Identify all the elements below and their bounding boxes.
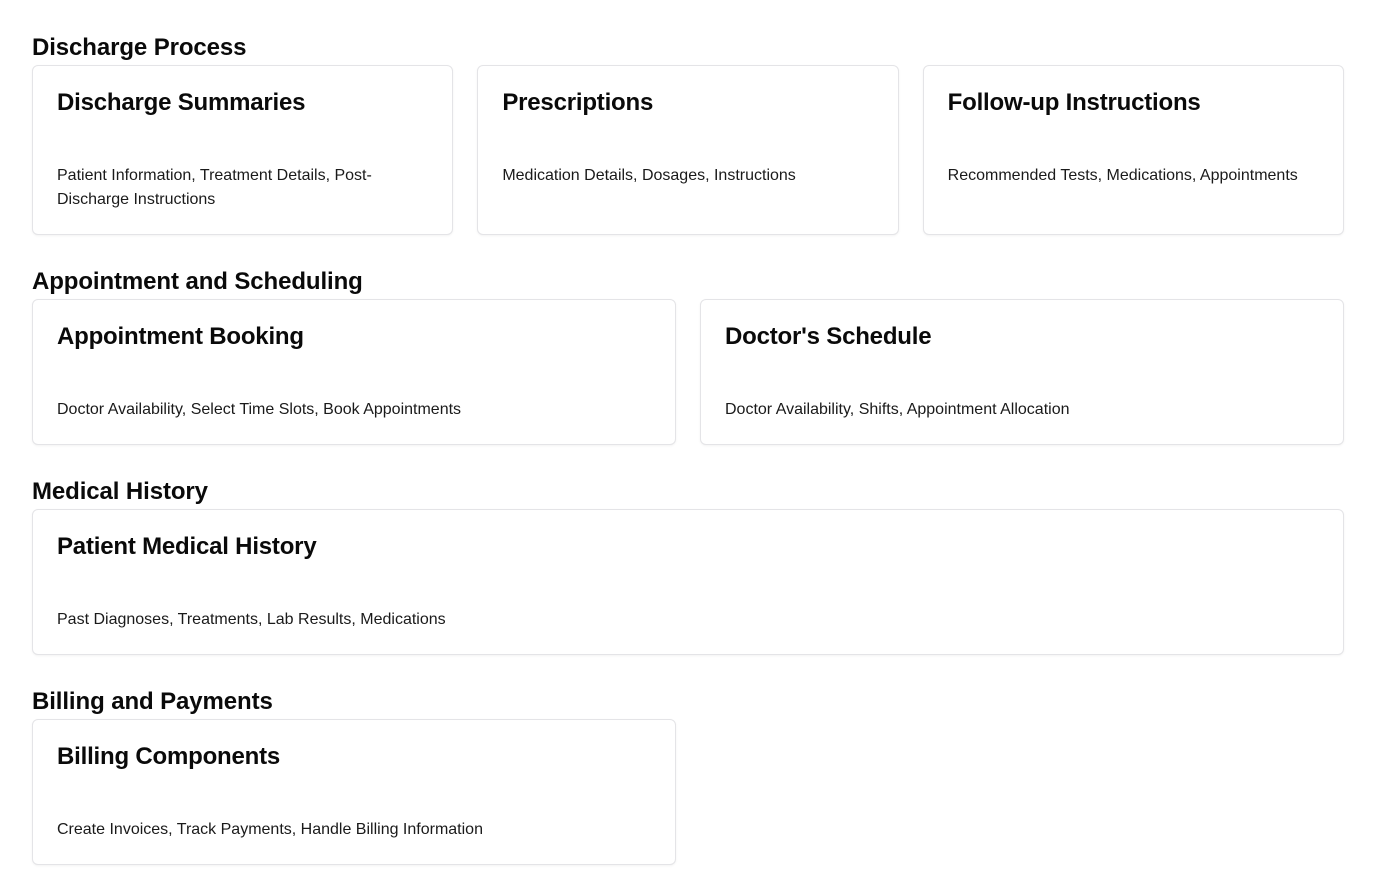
card-description: Create Invoices, Track Payments, Handle … bbox=[57, 821, 483, 838]
card-title: Follow-up Instructions bbox=[947, 89, 1201, 116]
card-description: Doctor Availability, Select Time Slots, … bbox=[57, 401, 462, 418]
card-grid: Appointment Booking Doctor Availability,… bbox=[32, 299, 1344, 445]
card-title: Billing Components bbox=[57, 743, 281, 770]
section-title: Appointment and Scheduling bbox=[32, 268, 363, 295]
card-appointment-booking[interactable]: Appointment Booking Doctor Availability,… bbox=[32, 299, 676, 445]
card-title: Patient Medical History bbox=[57, 533, 317, 560]
card-discharge-summaries[interactable]: Discharge Summaries Patient Information,… bbox=[32, 65, 454, 235]
card-title: Doctor's Schedule bbox=[725, 323, 932, 350]
card-title: Discharge Summaries bbox=[57, 89, 306, 116]
card-description: Patient Information, Treatment Details, … bbox=[57, 167, 372, 208]
section-appointment-scheduling: Appointment and Scheduling Appointment B… bbox=[32, 267, 1344, 445]
card-description: Doctor Availability, Shifts, Appointment… bbox=[725, 401, 1070, 418]
section-billing-payments: Billing and Payments Billing Components … bbox=[32, 687, 1344, 865]
section-title: Discharge Process bbox=[32, 34, 247, 61]
section-title: Medical History bbox=[32, 478, 208, 505]
section-discharge-process: Discharge Process Discharge Summaries Pa… bbox=[32, 33, 1344, 235]
dashboard-page: Discharge Process Discharge Summaries Pa… bbox=[0, 0, 1376, 896]
card-title: Appointment Booking bbox=[57, 323, 304, 350]
card-description: Medication Details, Dosages, Instruction… bbox=[502, 167, 796, 184]
card-description: Recommended Tests, Medications, Appointm… bbox=[947, 167, 1298, 184]
card-follow-up-instructions[interactable]: Follow-up Instructions Recommended Tests… bbox=[922, 65, 1344, 235]
card-billing-components[interactable]: Billing Components Create Invoices, Trac… bbox=[32, 719, 676, 865]
card-patient-medical-history[interactable]: Patient Medical History Past Diagnoses, … bbox=[32, 509, 1344, 655]
section-medical-history: Medical History Patient Medical History … bbox=[32, 477, 1344, 655]
card-grid: Patient Medical History Past Diagnoses, … bbox=[32, 509, 1344, 655]
card-title: Prescriptions bbox=[502, 89, 654, 116]
card-description: Past Diagnoses, Treatments, Lab Results,… bbox=[57, 611, 446, 628]
card-prescriptions[interactable]: Prescriptions Medication Details, Dosage… bbox=[477, 65, 899, 235]
card-grid: Discharge Summaries Patient Information,… bbox=[32, 65, 1344, 235]
card-doctors-schedule[interactable]: Doctor's Schedule Doctor Availability, S… bbox=[700, 299, 1344, 445]
section-title: Billing and Payments bbox=[32, 688, 273, 715]
card-grid: Billing Components Create Invoices, Trac… bbox=[32, 719, 1344, 865]
